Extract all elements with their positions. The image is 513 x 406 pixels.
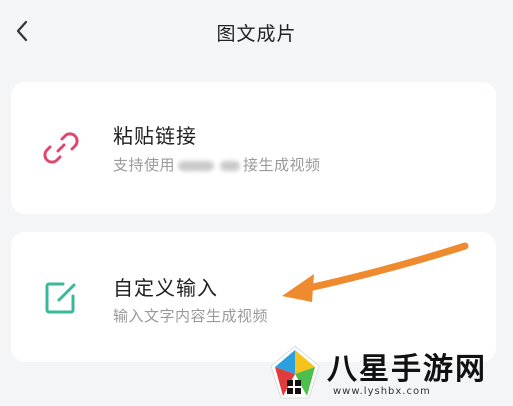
- annotation-arrow-icon: [282, 242, 469, 302]
- page-title: 图文成片: [216, 23, 297, 45]
- edit-icon: [45, 282, 76, 314]
- redacted-text: [220, 160, 241, 171]
- paste-link-subtitle-prefix: 支持使用: [113, 156, 176, 174]
- link-icon: [43, 132, 79, 164]
- paste-link-subtitle: 支持使用 接生成视频: [113, 154, 321, 175]
- watermark-logo-icon: [270, 345, 320, 399]
- custom-input-subtitle: 输入文字内容生成视频: [113, 307, 269, 325]
- custom-input-title: 自定义输入: [113, 276, 218, 300]
- paste-link-subtitle-suffix: 接生成视频: [243, 156, 321, 174]
- watermark-url: www.lyshbx.com: [333, 386, 431, 397]
- watermark-text: 八星手游网: [327, 352, 487, 387]
- header: 图文成片: [0, 0, 513, 64]
- paste-link-title: 粘贴链接: [113, 124, 197, 148]
- watermark: 八星手游网 www.lyshbx.com: [263, 338, 513, 406]
- paste-link-card[interactable]: 粘贴链接 支持使用 接生成视频: [11, 82, 496, 214]
- redacted-text: [178, 160, 215, 171]
